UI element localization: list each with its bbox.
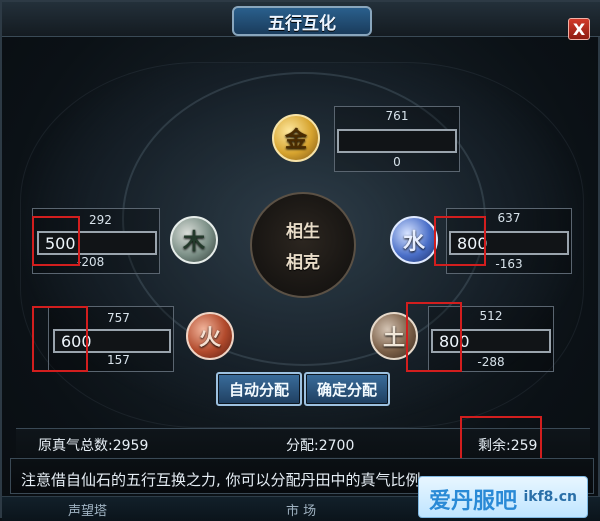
gold-bottom-value: 0	[393, 155, 401, 169]
water-highlight-box	[434, 216, 486, 266]
total-qi-label: 原真气总数:2959	[38, 438, 149, 454]
gold-element-icon: 金	[272, 114, 320, 162]
fire-bottom-value: 157	[107, 353, 130, 367]
wood-bottom-value: -208	[77, 255, 105, 269]
game-window: 五行互化 X 相生 相克 金 761 0 木 292 500 -208 水 63…	[0, 0, 600, 521]
gold-allocation-box: 761 0	[334, 106, 460, 172]
window-title: 五行互化	[232, 6, 372, 36]
wood-element-icon: 木	[170, 216, 218, 264]
center-seal: 相生 相克	[250, 192, 356, 298]
fire-element-icon: 火	[186, 312, 234, 360]
wood-top-value: 292	[89, 213, 112, 227]
confirm-allocate-button[interactable]: 确定分配	[304, 372, 390, 406]
water-element-icon: 水	[390, 216, 438, 264]
watermark-brand: 爱丹服吧	[429, 489, 518, 514]
gold-top-value: 761	[385, 109, 409, 123]
gold-input[interactable]	[337, 129, 457, 153]
center-line-1: 相生	[286, 222, 320, 242]
fire-top-value: 757	[107, 311, 130, 325]
auto-allocate-button[interactable]: 自动分配	[216, 372, 302, 406]
fire-highlight-box	[32, 306, 88, 372]
background-label-left: 声望塔	[68, 504, 108, 519]
watermark-logo: 爱丹服吧 ikf8.cn	[418, 476, 588, 518]
watermark-domain: ikf8.cn	[523, 489, 577, 505]
hint-message: 注意借自仙石的五行互换之力, 你可以分配丹田中的真气比例	[21, 471, 421, 489]
background-label-mid: 市 场	[286, 504, 317, 519]
wood-highlight-box	[32, 216, 80, 266]
earth-highlight-box	[406, 302, 462, 372]
close-button[interactable]: X	[568, 18, 590, 40]
center-line-2: 相克	[286, 253, 320, 273]
allocated-label: 分配:2700	[286, 438, 355, 454]
